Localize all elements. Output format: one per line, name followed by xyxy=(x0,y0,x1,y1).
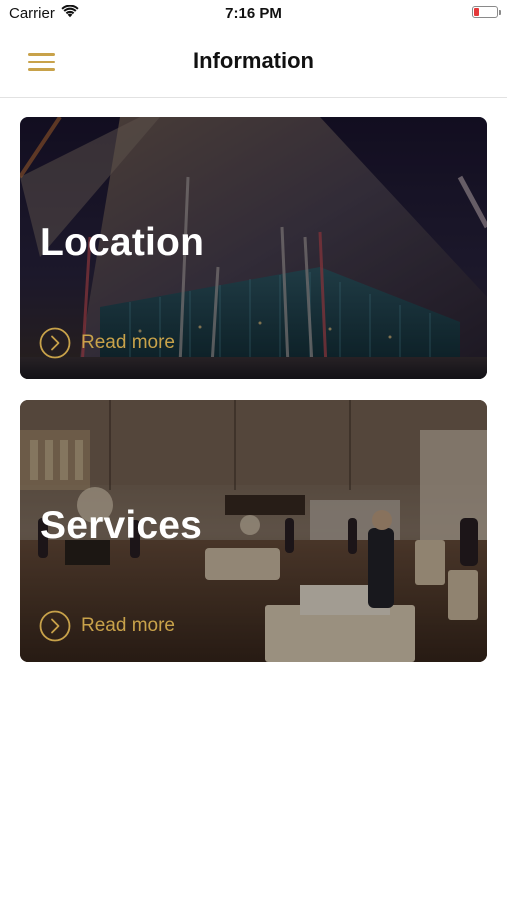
read-more-label: Read more xyxy=(81,332,175,353)
battery-icon xyxy=(472,6,501,18)
services-card[interactable]: Services Read more xyxy=(20,400,487,662)
status-time: 7:16 PM xyxy=(225,5,282,22)
location-title: Location xyxy=(40,221,205,264)
location-card[interactable]: Location Read more xyxy=(20,117,487,379)
battery-level xyxy=(474,8,479,16)
chevron-right-circle-icon xyxy=(39,327,71,359)
chevron-right-circle-icon xyxy=(39,610,71,642)
read-more-label: Read more xyxy=(81,615,175,636)
services-read-more-button[interactable]: Read more xyxy=(39,610,175,642)
services-title: Services xyxy=(40,504,203,547)
location-read-more-button[interactable]: Read more xyxy=(39,327,175,359)
navigation-bar: Information xyxy=(0,30,507,98)
status-bar: Carrier 7:16 PM xyxy=(0,0,507,30)
page-title: Information xyxy=(193,48,314,73)
